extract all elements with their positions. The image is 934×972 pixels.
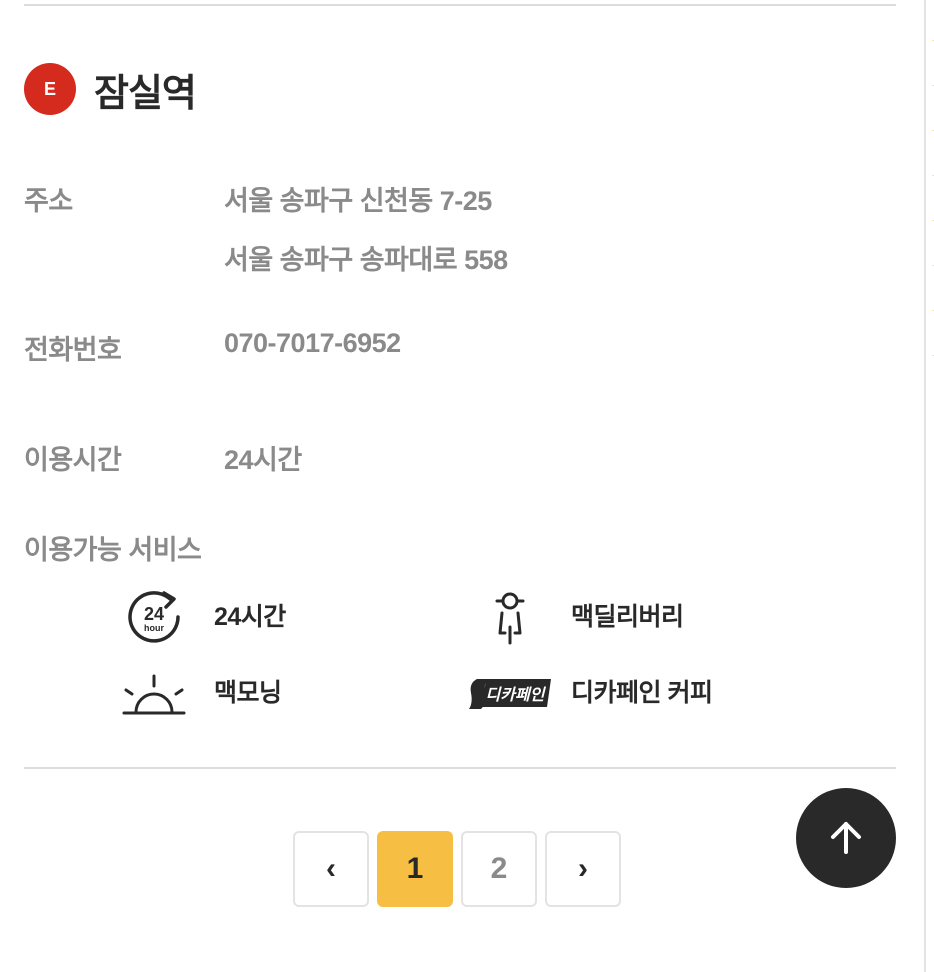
store-name: 잠실역 bbox=[94, 73, 197, 115]
phone-label: 전화번호 bbox=[24, 335, 122, 365]
prev-page-button[interactable]: ‹ bbox=[293, 831, 369, 907]
adjacent-panel-edge bbox=[924, 0, 934, 972]
decaf-logo-icon: 디카페인 bbox=[466, 665, 554, 721]
phone-number[interactable]: 070-7017-6952 bbox=[224, 328, 401, 359]
page-1-button[interactable]: 1 bbox=[377, 831, 453, 907]
service-decaf-label: 디카페인 커피 bbox=[571, 679, 713, 707]
hours-label: 이용시간 bbox=[24, 445, 122, 475]
address-road: 서울 송파구 송파대로 558 bbox=[224, 245, 508, 275]
24-hour-icon: 24 hour bbox=[122, 589, 186, 645]
hours-value: 24시간 bbox=[224, 445, 302, 475]
services-title: 이용가능 서비스 bbox=[24, 535, 202, 565]
service-delivery-label: 맥딜리버리 bbox=[571, 603, 684, 631]
top-divider bbox=[24, 4, 896, 6]
24-hour-icon-unit: hour bbox=[144, 623, 164, 633]
service-mcmorning-label: 맥모닝 bbox=[214, 679, 282, 707]
address-label: 주소 bbox=[24, 186, 73, 216]
address-lot-number: 서울 송파구 신천동 7-25 bbox=[224, 186, 492, 216]
chevron-right-icon: › bbox=[578, 852, 588, 885]
store-type-badge: E bbox=[24, 63, 76, 115]
next-page-button[interactable]: › bbox=[545, 831, 621, 907]
decaf-logo-text: 디카페인 bbox=[486, 685, 547, 704]
service-24-hour-label: 24시간 bbox=[214, 603, 286, 631]
24-hour-icon-number: 24 bbox=[144, 604, 164, 624]
scroll-to-top-button[interactable] bbox=[796, 788, 896, 888]
arrow-up-icon bbox=[831, 822, 861, 854]
page-2-button[interactable]: 2 bbox=[461, 831, 537, 907]
sunrise-icon bbox=[122, 665, 186, 721]
chevron-left-icon: ‹ bbox=[326, 852, 336, 885]
bottom-divider bbox=[24, 767, 896, 769]
delivery-scooter-icon bbox=[478, 589, 542, 645]
